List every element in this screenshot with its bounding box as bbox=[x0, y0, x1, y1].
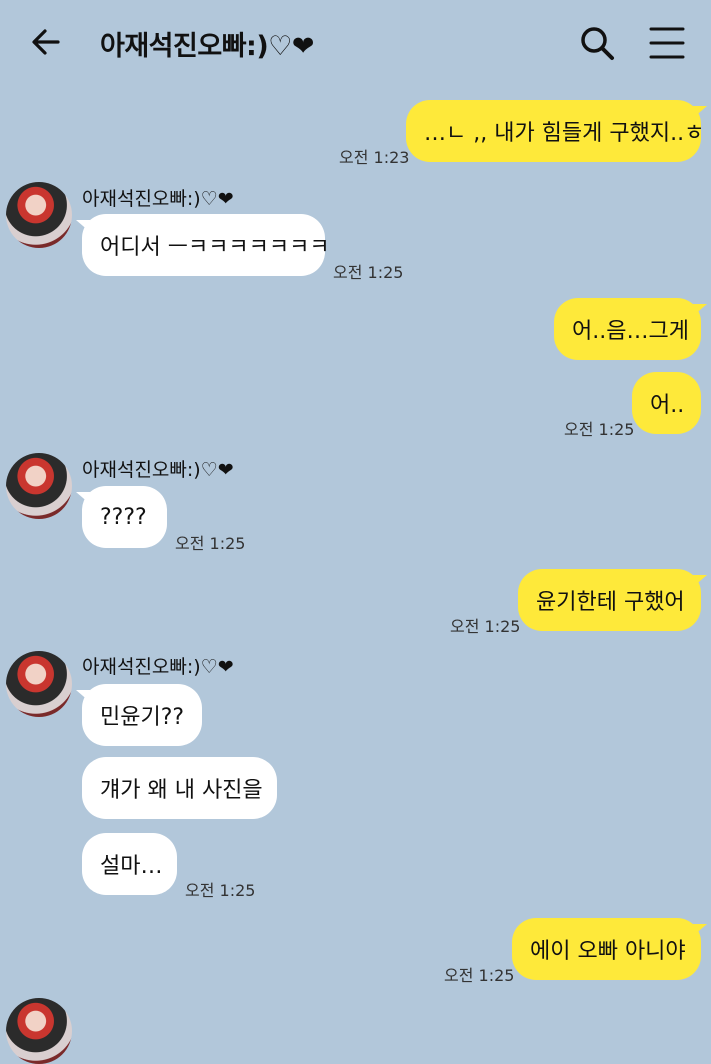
contact-name: 아재석진오빠:)♡❤ bbox=[82, 656, 234, 678]
message-time: 오전 1:25 bbox=[333, 263, 404, 282]
message-bubble-received[interactable]: ???? bbox=[76, 486, 167, 548]
message-time: 오전 1:23 bbox=[339, 148, 410, 167]
message-time: 오전 1:25 bbox=[185, 881, 256, 900]
chat-title: 아재석진오빠:)♡❤ bbox=[100, 31, 315, 62]
message-text: 어.. bbox=[650, 393, 685, 418]
message-text: 걔가 왜 내 사진을 bbox=[100, 778, 263, 803]
message-text: 어..음…그게 bbox=[572, 319, 689, 344]
message-bubble-sent[interactable]: …ㄴ ,, 내가 힘들게 구했지..ㅎ bbox=[406, 100, 707, 162]
contact-name: 아재석진오빠:)♡❤ bbox=[82, 188, 234, 210]
message-bubble-received[interactable]: 설마… bbox=[82, 833, 177, 895]
avatar[interactable] bbox=[6, 998, 72, 1064]
message-text: 어디서 ㅡㅋㅋㅋㅋㅋㅋㅋ bbox=[100, 235, 330, 260]
message-text: 에이 오빠 아니야 bbox=[530, 939, 686, 964]
message-text: …ㄴ ,, 내가 힘들게 구했지..ㅎ bbox=[424, 121, 705, 146]
message-time: 오전 1:25 bbox=[175, 534, 246, 553]
avatar[interactable] bbox=[6, 453, 72, 519]
chat-header: 아재석진오빠:)♡❤ bbox=[0, 0, 711, 84]
message-time: 오전 1:25 bbox=[444, 966, 515, 985]
message-text: 민윤기?? bbox=[100, 705, 185, 730]
avatar[interactable] bbox=[6, 651, 72, 717]
search-icon[interactable] bbox=[578, 24, 616, 62]
message-text: 설마… bbox=[100, 854, 163, 879]
message-text: ???? bbox=[100, 504, 147, 530]
message-bubble-received[interactable]: 걔가 왜 내 사진을 bbox=[82, 757, 277, 819]
message-bubble-sent[interactable]: 에이 오빠 아니야 bbox=[512, 918, 707, 980]
message-bubble-received[interactable]: 어디서 ㅡㅋㅋㅋㅋㅋㅋㅋ bbox=[76, 214, 330, 276]
message-time: 오전 1:25 bbox=[450, 617, 521, 636]
message-text: 윤기한테 구했어 bbox=[536, 590, 685, 615]
back-arrow-icon[interactable] bbox=[28, 24, 64, 60]
message-bubble-received[interactable]: 민윤기?? bbox=[76, 684, 202, 746]
message-bubble-sent[interactable]: 윤기한테 구했어 bbox=[518, 569, 707, 631]
message-time: 오전 1:25 bbox=[564, 420, 635, 439]
message-bubble-sent[interactable]: 어.. bbox=[632, 372, 701, 434]
hamburger-menu-icon[interactable] bbox=[648, 24, 686, 62]
message-bubble-sent[interactable]: 어..음…그게 bbox=[554, 298, 707, 360]
contact-name: 아재석진오빠:)♡❤ bbox=[82, 459, 234, 481]
avatar[interactable] bbox=[6, 182, 72, 248]
